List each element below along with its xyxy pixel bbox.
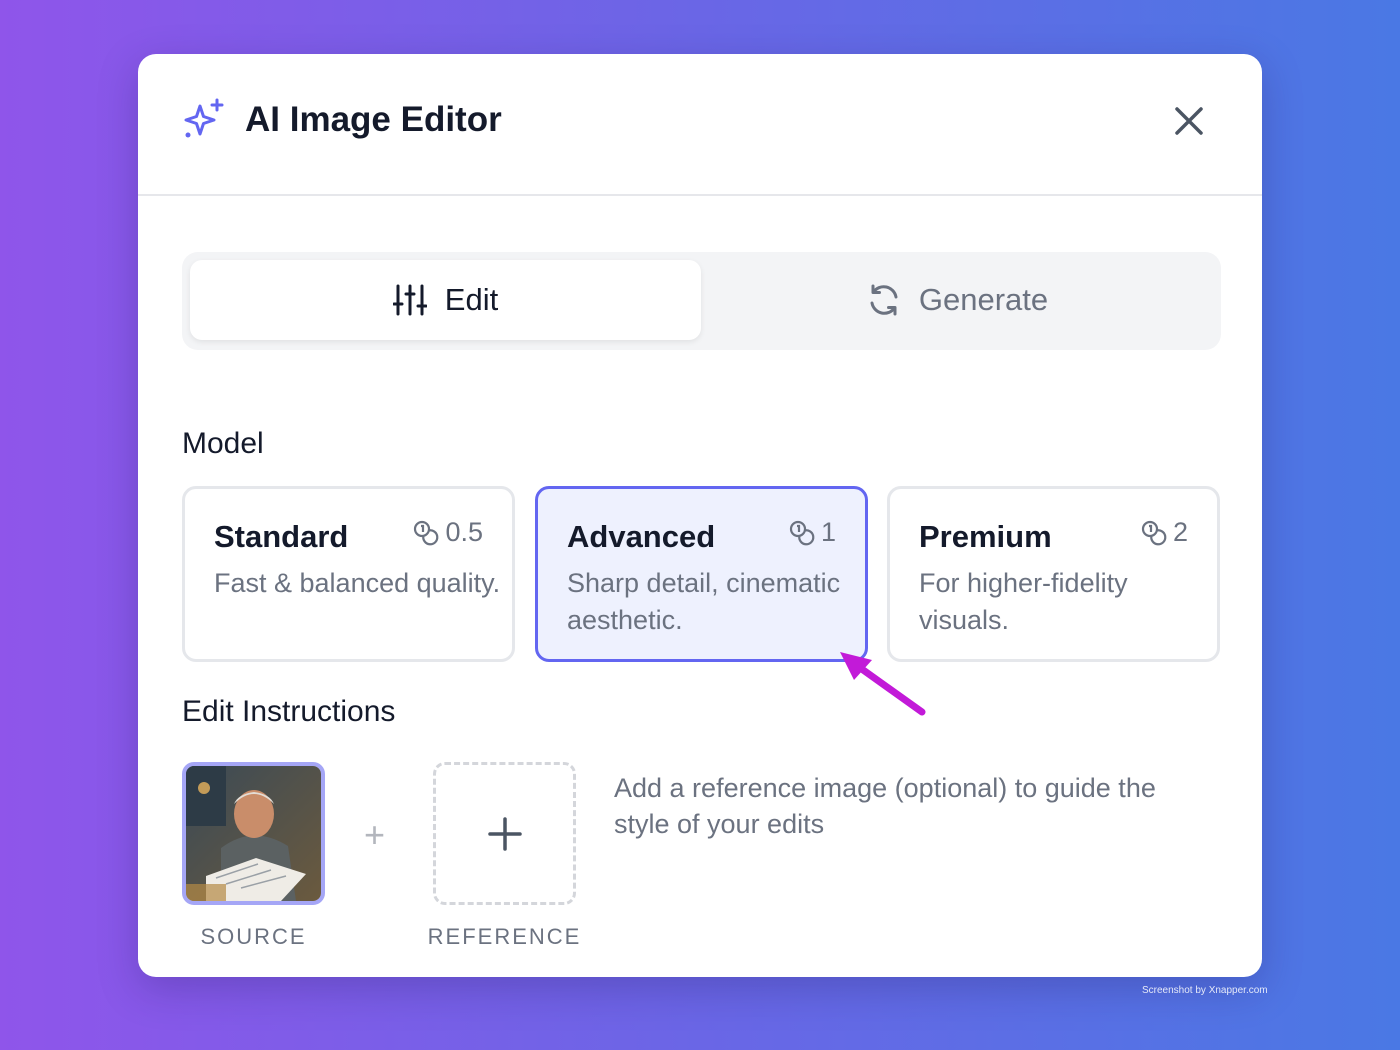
tab-edit-label: Edit — [444, 282, 499, 317]
add-reference-button[interactable] — [433, 762, 576, 905]
source-photo-thumbnail — [186, 766, 321, 901]
model-description: Sharp detail, cinematic aesthetic. — [567, 568, 841, 635]
model-option-advanced[interactable]: Advanced 1 Sharp detail, cinematic aesth… — [535, 486, 868, 662]
plus-separator: + — [364, 814, 386, 855]
model-name: Advanced — [567, 519, 716, 554]
ai-image-editor-dialog: AI Image Editor Edit Generate Model Stan… — [138, 54, 1262, 977]
dialog-title: AI Image Editor — [245, 100, 502, 139]
model-option-premium[interactable]: Premium 2 For higher-fidelity visuals. — [887, 486, 1220, 662]
model-name: Standard — [214, 519, 349, 554]
model-cost-value: 2 — [1172, 517, 1188, 547]
reference-caption: REFERENCE — [427, 924, 582, 949]
model-cost-value: 0.5 — [445, 517, 483, 547]
model-cost-value: 1 — [820, 517, 836, 547]
model-section-label: Model — [182, 427, 264, 460]
coins-icon — [789, 520, 815, 545]
edit-instructions-label: Edit Instructions — [182, 695, 396, 728]
sliders-icon — [392, 284, 427, 316]
mode-tabs: Edit Generate — [182, 252, 1221, 350]
model-cost: 0.5 — [413, 517, 483, 548]
tab-edit[interactable]: Edit — [190, 260, 701, 340]
tab-generate-label: Generate — [918, 282, 1049, 317]
model-name: Premium — [919, 519, 1052, 554]
sparkle-icon — [184, 98, 224, 138]
coins-icon — [414, 520, 439, 545]
model-cost: 1 — [789, 517, 836, 548]
annotation-arrow-icon — [840, 652, 926, 716]
tab-generate[interactable]: Generate — [702, 260, 1213, 340]
model-description: For higher-fidelity visuals. — [919, 568, 1128, 635]
reference-hint: Add a reference image (optional) to guid… — [614, 773, 1156, 839]
source-image[interactable] — [182, 762, 325, 905]
model-description: Fast & balanced quality. — [214, 568, 501, 598]
source-caption: SOURCE — [200, 924, 307, 949]
plus-icon — [487, 816, 522, 851]
dialog-header: AI Image Editor — [138, 54, 1262, 196]
close-icon — [1175, 107, 1203, 135]
coins-icon — [1141, 520, 1167, 545]
model-option-standard[interactable]: Standard 0.5 Fast & balanced quality. — [182, 486, 515, 662]
refresh-icon — [870, 284, 898, 316]
watermark: Screenshot by Xnapper.com — [1142, 985, 1268, 996]
model-cost: 2 — [1141, 517, 1188, 548]
close-button[interactable] — [1168, 100, 1210, 142]
